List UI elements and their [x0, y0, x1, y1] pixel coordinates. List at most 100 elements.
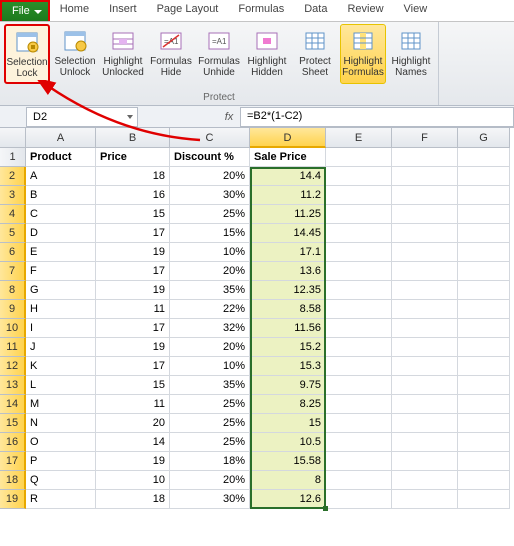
cell[interactable]: 18%	[170, 452, 250, 471]
cell[interactable]: 10	[96, 471, 170, 490]
tab-home[interactable]: Home	[50, 0, 99, 21]
cell[interactable]	[326, 395, 392, 414]
cell[interactable]: 11	[96, 300, 170, 319]
name-box[interactable]: D2	[26, 107, 138, 127]
cell[interactable]: 32%	[170, 319, 250, 338]
cell[interactable]	[392, 376, 458, 395]
row-header-10[interactable]: 10	[0, 319, 26, 338]
selection-unlock-button[interactable]: Selection Unlock	[52, 24, 98, 84]
cell[interactable]	[392, 452, 458, 471]
cell[interactable]: 13.6	[250, 262, 326, 281]
cell[interactable]: 20%	[170, 167, 250, 186]
cell[interactable]: 16	[96, 186, 170, 205]
cell[interactable]	[326, 262, 392, 281]
col-header-A[interactable]: A	[26, 128, 96, 148]
row-header-4[interactable]: 4	[0, 205, 26, 224]
cell[interactable]	[326, 319, 392, 338]
cell[interactable]: D	[26, 224, 96, 243]
cell[interactable]: 9.75	[250, 376, 326, 395]
cell[interactable]: 11.25	[250, 205, 326, 224]
highlight-hidden-button[interactable]: Highlight Hidden	[244, 24, 290, 84]
cell[interactable]	[392, 471, 458, 490]
cell[interactable]: 8.25	[250, 395, 326, 414]
cell[interactable]: N	[26, 414, 96, 433]
cell[interactable]	[458, 262, 510, 281]
cell[interactable]	[392, 167, 458, 186]
cell[interactable]: 12.35	[250, 281, 326, 300]
cell[interactable]: Sale Price	[250, 148, 326, 167]
cell[interactable]: B	[26, 186, 96, 205]
row-header-13[interactable]: 13	[0, 376, 26, 395]
row-header-18[interactable]: 18	[0, 471, 26, 490]
row-header-15[interactable]: 15	[0, 414, 26, 433]
cell[interactable]	[326, 490, 392, 509]
cell[interactable]: 19	[96, 452, 170, 471]
cell[interactable]: 8	[250, 471, 326, 490]
cell[interactable]: 19	[96, 281, 170, 300]
row-header-8[interactable]: 8	[0, 281, 26, 300]
cell[interactable]: 30%	[170, 186, 250, 205]
cell[interactable]	[392, 224, 458, 243]
cell[interactable]: 8.58	[250, 300, 326, 319]
formulas-hide-button[interactable]: =A1 Formulas Hide	[148, 24, 194, 84]
cell[interactable]	[326, 376, 392, 395]
cell[interactable]	[326, 414, 392, 433]
cell[interactable]: 20%	[170, 262, 250, 281]
tab-insert[interactable]: Insert	[99, 0, 147, 21]
formula-bar[interactable]: =B2*(1-C2)	[240, 107, 514, 127]
cell[interactable]: 19	[96, 338, 170, 357]
row-header-1[interactable]: 1	[0, 148, 26, 167]
cell[interactable]	[392, 243, 458, 262]
cell[interactable]	[458, 490, 510, 509]
cell[interactable]	[458, 414, 510, 433]
cell[interactable]: R	[26, 490, 96, 509]
cell[interactable]: Price	[96, 148, 170, 167]
cell[interactable]	[392, 148, 458, 167]
cell[interactable]: 10.5	[250, 433, 326, 452]
tab-review[interactable]: Review	[337, 0, 393, 21]
row-header-12[interactable]: 12	[0, 357, 26, 376]
tab-formulas[interactable]: Formulas	[228, 0, 294, 21]
cell[interactable]	[326, 471, 392, 490]
cell[interactable]: 14	[96, 433, 170, 452]
cell[interactable]	[458, 395, 510, 414]
cell[interactable]	[458, 319, 510, 338]
cell[interactable]	[458, 243, 510, 262]
cell[interactable]: I	[26, 319, 96, 338]
cell[interactable]: 25%	[170, 433, 250, 452]
cell[interactable]: 15%	[170, 224, 250, 243]
cell[interactable]: Q	[26, 471, 96, 490]
cell[interactable]: F	[26, 262, 96, 281]
cell[interactable]: 15	[96, 205, 170, 224]
cell[interactable]: 14.4	[250, 167, 326, 186]
cell[interactable]: 25%	[170, 414, 250, 433]
cell[interactable]: 18	[96, 490, 170, 509]
cell[interactable]: 20	[96, 414, 170, 433]
cell[interactable]: 22%	[170, 300, 250, 319]
cell[interactable]: 17	[96, 262, 170, 281]
formulas-unhide-button[interactable]: =A1 Formulas Unhide	[196, 24, 242, 84]
row-header-14[interactable]: 14	[0, 395, 26, 414]
cell[interactable]	[458, 376, 510, 395]
cell[interactable]	[458, 224, 510, 243]
cell[interactable]: L	[26, 376, 96, 395]
tab-file[interactable]: File	[0, 0, 50, 21]
cell[interactable]	[326, 452, 392, 471]
cell[interactable]	[326, 433, 392, 452]
cell[interactable]: 25%	[170, 395, 250, 414]
protect-sheet-button[interactable]: Protect Sheet	[292, 24, 338, 84]
cell[interactable]	[458, 338, 510, 357]
cell[interactable]: M	[26, 395, 96, 414]
row-header-9[interactable]: 9	[0, 300, 26, 319]
cell[interactable]	[458, 186, 510, 205]
cell[interactable]: 15.3	[250, 357, 326, 376]
row-header-19[interactable]: 19	[0, 490, 26, 509]
col-header-D[interactable]: D	[250, 128, 326, 148]
cell[interactable]: 15.58	[250, 452, 326, 471]
row-header-11[interactable]: 11	[0, 338, 26, 357]
cell[interactable]: J	[26, 338, 96, 357]
cell[interactable]	[392, 490, 458, 509]
cell[interactable]	[392, 433, 458, 452]
select-all-corner[interactable]	[0, 128, 26, 148]
row-header-16[interactable]: 16	[0, 433, 26, 452]
